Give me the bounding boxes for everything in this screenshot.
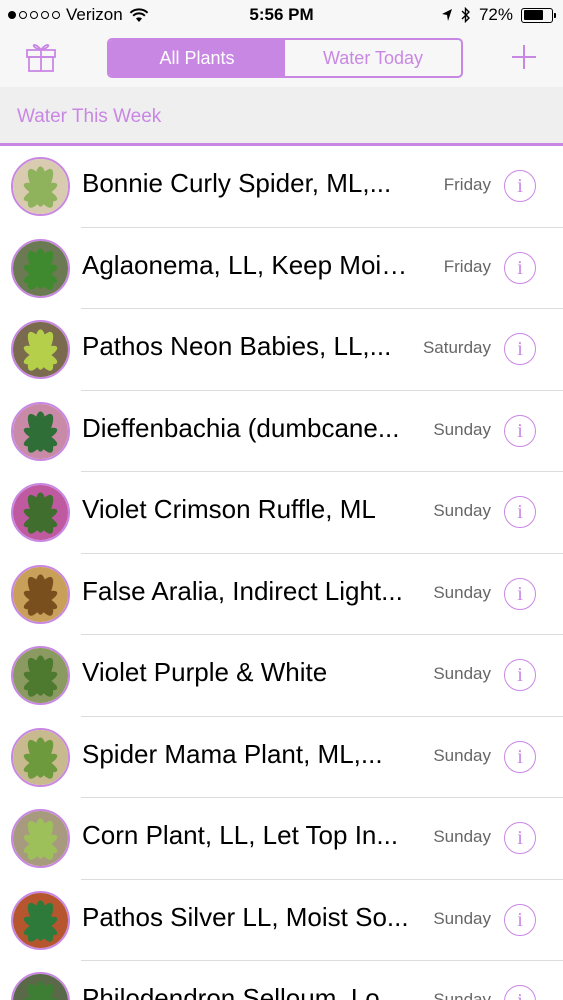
plant-photo: [11, 890, 70, 950]
plant-row[interactable]: Philodendron Selloum, Lo... Sunday i: [0, 961, 563, 1000]
info-icon[interactable]: i: [504, 740, 536, 773]
battery-percent: 72%: [478, 5, 513, 24]
plant-list: Bonnie Curly Spider, ML,... Friday i Agl…: [0, 146, 563, 1000]
plant-name: Philodendron Selloum, Lo...: [82, 983, 402, 1000]
watering-day: Sunday: [433, 827, 491, 846]
info-icon[interactable]: i: [504, 659, 536, 691]
plant-photo: [11, 646, 70, 705]
plant-name: Dieffenbachia (dumbcane...: [82, 412, 400, 443]
plant-filter-segmented-control: All Plants Water Today: [107, 38, 463, 78]
plant-name: Bonnie Curly Spider, ML,...: [82, 168, 392, 198]
plant-name: Pathos Neon Babies, LL,...: [82, 331, 392, 361]
plant-photo: [11, 238, 70, 298]
navigation-bar: All Plants Water Today: [0, 30, 563, 87]
plant-name: Violet Purple & White: [82, 657, 328, 687]
watering-day: Sunday: [433, 745, 491, 765]
battery-icon: [521, 7, 556, 23]
plant-name: Aglaonema, LL, Keep Mois...: [82, 249, 412, 280]
bluetooth-icon: [461, 7, 470, 23]
status-right: 72%: [441, 5, 556, 25]
info-icon[interactable]: i: [504, 333, 536, 365]
watering-day: Friday: [443, 175, 491, 194]
plant-name: Violet Crimson Ruffle, ML: [82, 494, 376, 524]
info-icon[interactable]: i: [504, 903, 536, 936]
segment-all-plants[interactable]: All Plants: [109, 40, 285, 76]
plant-row[interactable]: Dieffenbachia (dumbcane... Sunday i: [0, 391, 563, 473]
plant-name: False Aralia, Indirect Light...: [82, 575, 403, 606]
plant-name: Corn Plant, LL, Let Top In...: [82, 820, 399, 850]
plant-row[interactable]: Pathos Neon Babies, LL,... Saturday i: [0, 309, 563, 391]
info-icon[interactable]: i: [504, 577, 536, 610]
watering-day: Saturday: [422, 338, 491, 357]
location-arrow-icon: [441, 9, 452, 21]
plus-icon[interactable]: [509, 42, 539, 72]
watering-day: Friday: [443, 256, 491, 276]
info-icon[interactable]: i: [504, 822, 536, 854]
plant-row[interactable]: Violet Crimson Ruffle, ML Sunday i: [0, 472, 563, 554]
plant-row[interactable]: Spider Mama Plant, ML,... Sunday i: [0, 717, 563, 799]
section-header: Water This Week: [0, 87, 563, 146]
plant-photo: [11, 564, 70, 624]
info-icon[interactable]: i: [504, 985, 536, 1000]
watering-day: Sunday: [433, 501, 491, 520]
status-bar: Verizon 5:56 PM 72%: [0, 0, 563, 30]
gift-icon[interactable]: [24, 39, 58, 73]
watering-day: Sunday: [433, 419, 491, 439]
info-icon[interactable]: i: [504, 496, 536, 528]
plant-photo: [11, 157, 70, 216]
segment-water-today[interactable]: Water Today: [285, 40, 461, 76]
plant-row[interactable]: Bonnie Curly Spider, ML,... Friday i: [0, 146, 563, 228]
info-icon[interactable]: i: [504, 170, 536, 202]
plant-row[interactable]: False Aralia, Indirect Light... Sunday i: [0, 554, 563, 636]
plant-name: Pathos Silver LL, Moist So...: [82, 901, 409, 932]
plant-name: Spider Mama Plant, ML,...: [82, 738, 383, 769]
info-icon[interactable]: i: [504, 251, 536, 284]
section-title: Water This Week: [17, 106, 162, 127]
plant-photo: [11, 401, 70, 461]
info-icon[interactable]: i: [504, 414, 536, 447]
plant-photo: [11, 809, 70, 868]
plant-photo: [11, 483, 70, 542]
plant-photo: [11, 727, 70, 787]
plant-row[interactable]: Pathos Silver LL, Moist So... Sunday i: [0, 880, 563, 962]
plant-photo: [11, 320, 70, 379]
plant-row[interactable]: Violet Purple & White Sunday i: [0, 635, 563, 717]
watering-day: Sunday: [433, 990, 491, 1000]
watering-day: Sunday: [433, 582, 491, 602]
plant-row[interactable]: Corn Plant, LL, Let Top In... Sunday i: [0, 798, 563, 880]
plant-photo: [11, 972, 70, 1000]
watering-day: Sunday: [433, 664, 491, 683]
watering-day: Sunday: [433, 908, 491, 928]
plant-row[interactable]: Aglaonema, LL, Keep Mois... Friday i: [0, 228, 563, 310]
